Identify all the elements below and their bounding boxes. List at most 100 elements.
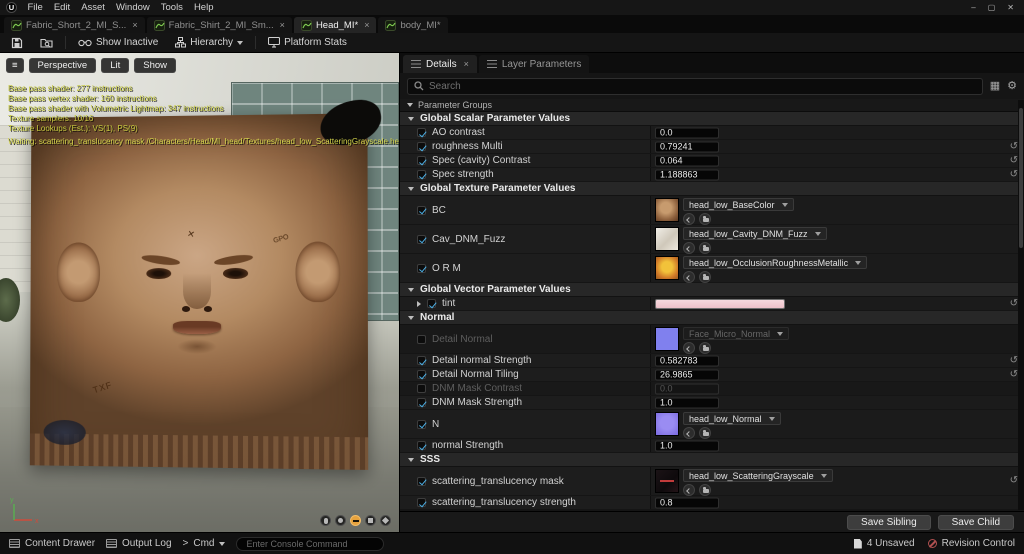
display-filter-icon[interactable]: ▦ <box>990 80 1000 92</box>
override-checkbox[interactable] <box>417 334 426 344</box>
details-scrollbar[interactable] <box>1018 100 1024 510</box>
tab-details[interactable]: Details × <box>403 55 477 73</box>
lit-button[interactable]: Lit <box>101 58 130 73</box>
override-checkbox[interactable] <box>417 128 426 137</box>
value-field[interactable]: 0.79241 <box>655 141 719 152</box>
maximize-icon[interactable]: ▢ <box>988 3 996 12</box>
asset-picker-dropdown[interactable]: head_low_BaseColor <box>683 198 794 211</box>
reset-to-default-icon[interactable]: ↺ <box>1010 298 1018 309</box>
browse-to-asset-icon[interactable] <box>699 271 711 283</box>
override-checkbox[interactable] <box>417 370 426 379</box>
use-selected-asset-icon[interactable] <box>683 342 695 354</box>
preview-shape-mesh-button[interactable] <box>380 515 391 526</box>
platform-stats-button[interactable]: Platform Stats <box>263 36 352 49</box>
menu-help[interactable]: Help <box>188 2 219 13</box>
preview-shape-cylinder-button[interactable] <box>320 515 331 526</box>
texture-thumbnail[interactable] <box>655 327 679 351</box>
expander-right-icon[interactable] <box>417 300 421 307</box>
value-field[interactable]: 0.0 <box>655 383 719 394</box>
override-checkbox[interactable] <box>417 156 426 165</box>
reset-to-default-icon[interactable]: ↺ <box>1010 141 1018 152</box>
unsaved-assets-button[interactable]: 4 Unsaved <box>853 538 915 549</box>
tab-head-mi[interactable]: Head_MI* × <box>293 17 377 33</box>
value-field[interactable]: 1.0 <box>655 440 719 451</box>
asset-picker-dropdown[interactable]: head_low_Cavity_DNM_Fuzz <box>683 227 827 240</box>
search-box[interactable] <box>407 77 983 95</box>
use-selected-asset-icon[interactable] <box>683 213 695 225</box>
show-inactive-button[interactable]: Show Inactive <box>73 36 163 49</box>
asset-picker-dropdown[interactable]: head_low_OcclusionRoughnessMetallic <box>683 256 868 269</box>
browse-to-asset-icon[interactable] <box>699 427 711 439</box>
scrollbar-thumb[interactable] <box>1019 108 1023 248</box>
override-checkbox[interactable] <box>417 263 426 273</box>
tab-close-icon[interactable]: × <box>132 20 137 30</box>
override-checkbox[interactable] <box>417 398 426 407</box>
search-input[interactable] <box>429 80 976 92</box>
settings-gear-icon[interactable]: ⚙ <box>1007 80 1017 92</box>
override-checkbox[interactable] <box>417 234 426 244</box>
asset-picker-dropdown[interactable]: Face_Micro_Normal <box>683 327 790 340</box>
browse-to-asset-button[interactable] <box>35 36 58 49</box>
save-child-button[interactable]: Save Child <box>937 514 1014 530</box>
preview-shape-sphere-button[interactable] <box>335 515 346 526</box>
menu-edit[interactable]: Edit <box>48 2 75 13</box>
override-checkbox[interactable] <box>417 170 426 179</box>
menu-window[interactable]: Window <box>110 2 155 13</box>
browse-to-asset-icon[interactable] <box>699 213 711 225</box>
tab-fabric-shirt-2-mi[interactable]: Fabric_Shirt_2_MI_Sm... × <box>146 17 292 33</box>
section-normal[interactable]: Normal <box>400 311 1024 325</box>
output-log-button[interactable]: Output Log <box>106 538 172 549</box>
perspective-button[interactable]: Perspective <box>28 58 97 73</box>
revision-control-button[interactable]: Revision Control <box>927 538 1015 549</box>
tab-close-icon[interactable]: × <box>364 20 369 30</box>
tab-close-icon[interactable]: × <box>280 20 285 30</box>
override-checkbox[interactable] <box>427 299 436 308</box>
value-field[interactable]: 1.0 <box>655 397 719 408</box>
reset-to-default-icon[interactable]: ↺ <box>1010 369 1018 380</box>
override-checkbox[interactable] <box>417 498 426 507</box>
section-global-scalar[interactable]: Global Scalar Parameter Values <box>400 112 1024 126</box>
section-global-texture[interactable]: Global Texture Parameter Values <box>400 182 1024 196</box>
tab-fabric-short-2-mi[interactable]: Fabric_Short_2_MI_S... × <box>4 17 145 33</box>
save-sibling-button[interactable]: Save Sibling <box>847 514 931 530</box>
section-sss[interactable]: SSS <box>400 453 1024 467</box>
texture-thumbnail[interactable] <box>655 256 679 280</box>
menu-tools[interactable]: Tools <box>155 2 188 13</box>
show-button[interactable]: Show <box>134 58 176 73</box>
viewport-options-button[interactable]: ≡ <box>6 58 24 73</box>
minimize-icon[interactable]: – <box>971 3 975 12</box>
value-field[interactable]: 1.188863 <box>655 169 719 180</box>
preview-shape-plane-button[interactable] <box>350 515 361 526</box>
hierarchy-button[interactable]: Hierarchy <box>170 36 248 49</box>
override-checkbox[interactable] <box>417 205 426 215</box>
save-button[interactable] <box>6 36 28 50</box>
section-global-vector[interactable]: Global Vector Parameter Values <box>400 283 1024 297</box>
asset-picker-dropdown[interactable]: head_low_ScatteringGrayscale <box>683 469 833 482</box>
tab-close-icon[interactable]: × <box>464 59 469 69</box>
value-field[interactable]: 0.064 <box>655 155 719 166</box>
console-command-input[interactable] <box>236 536 385 551</box>
close-icon[interactable]: ✕ <box>1007 3 1014 12</box>
value-field[interactable]: 26.9865 <box>655 369 719 380</box>
tab-layer-parameters[interactable]: Layer Parameters <box>478 55 590 73</box>
preview-shape-cube-button[interactable] <box>365 515 376 526</box>
override-checkbox[interactable] <box>417 356 426 365</box>
texture-thumbnail[interactable] <box>655 469 679 493</box>
override-checkbox[interactable] <box>417 419 426 429</box>
value-field[interactable]: 0.0 <box>655 127 719 138</box>
value-field[interactable]: 0.8 <box>655 497 719 508</box>
asset-picker-dropdown[interactable]: head_low_Normal <box>683 412 781 425</box>
reset-to-default-icon[interactable]: ↺ <box>1010 476 1018 486</box>
use-selected-asset-icon[interactable] <box>683 271 695 283</box>
override-checkbox[interactable] <box>417 142 426 151</box>
color-swatch[interactable] <box>655 298 785 309</box>
texture-thumbnail[interactable] <box>655 198 679 222</box>
cmd-dropdown-button[interactable]: > Cmd <box>183 538 226 549</box>
reset-to-default-icon[interactable]: ↺ <box>1010 355 1018 366</box>
texture-thumbnail[interactable] <box>655 412 679 436</box>
override-checkbox[interactable] <box>417 476 426 486</box>
use-selected-asset-icon[interactable] <box>683 242 695 254</box>
reset-to-default-icon[interactable]: ↺ <box>1010 155 1018 166</box>
reset-to-default-icon[interactable]: ↺ <box>1010 169 1018 180</box>
use-selected-asset-icon[interactable] <box>683 427 695 439</box>
